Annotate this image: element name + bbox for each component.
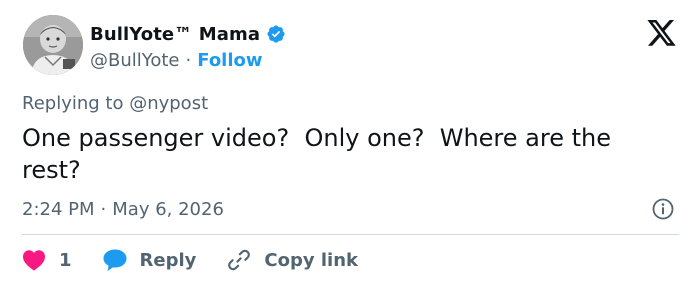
divider [22, 234, 679, 235]
info-icon[interactable] [651, 197, 675, 221]
reply-context: Replying to @nypost [22, 93, 209, 114]
author-name-row: BullYote™ Mama [90, 21, 286, 47]
verified-badge-icon [266, 24, 286, 44]
tweet-time[interactable]: 2:24 PM [22, 199, 95, 220]
tweet-text: One passenger video? Only one? Where are… [22, 124, 619, 184]
author-handle[interactable]: @BullYote [90, 50, 180, 71]
meta-separator: · [100, 198, 107, 220]
copy-link-button[interactable]: Copy link [226, 247, 358, 273]
heart-icon [23, 250, 45, 271]
tweet-actions: 1 Reply Copy link [22, 245, 358, 275]
author-display-name[interactable]: BullYote™ Mama [90, 24, 260, 45]
like-button[interactable]: 1 [22, 249, 72, 271]
link-icon [228, 249, 251, 271]
avatar[interactable] [23, 15, 83, 75]
reply-label: Reply [139, 249, 197, 271]
x-logo-icon[interactable] [647, 20, 677, 47]
reply-bubble-icon [103, 249, 127, 271]
handle-separator: · [185, 49, 192, 71]
tweet-date[interactable]: May 6, 2026 [112, 199, 224, 220]
like-count: 1 [59, 249, 72, 271]
author-handle-row: @BullYote · Follow [90, 48, 263, 72]
avatar-image [23, 15, 83, 75]
tweet-meta: 2:24 PM · May 6, 2026 [22, 196, 224, 222]
reply-button[interactable]: Reply [102, 248, 197, 272]
follow-button[interactable]: Follow [197, 50, 262, 71]
copy-link-label: Copy link [264, 249, 358, 271]
